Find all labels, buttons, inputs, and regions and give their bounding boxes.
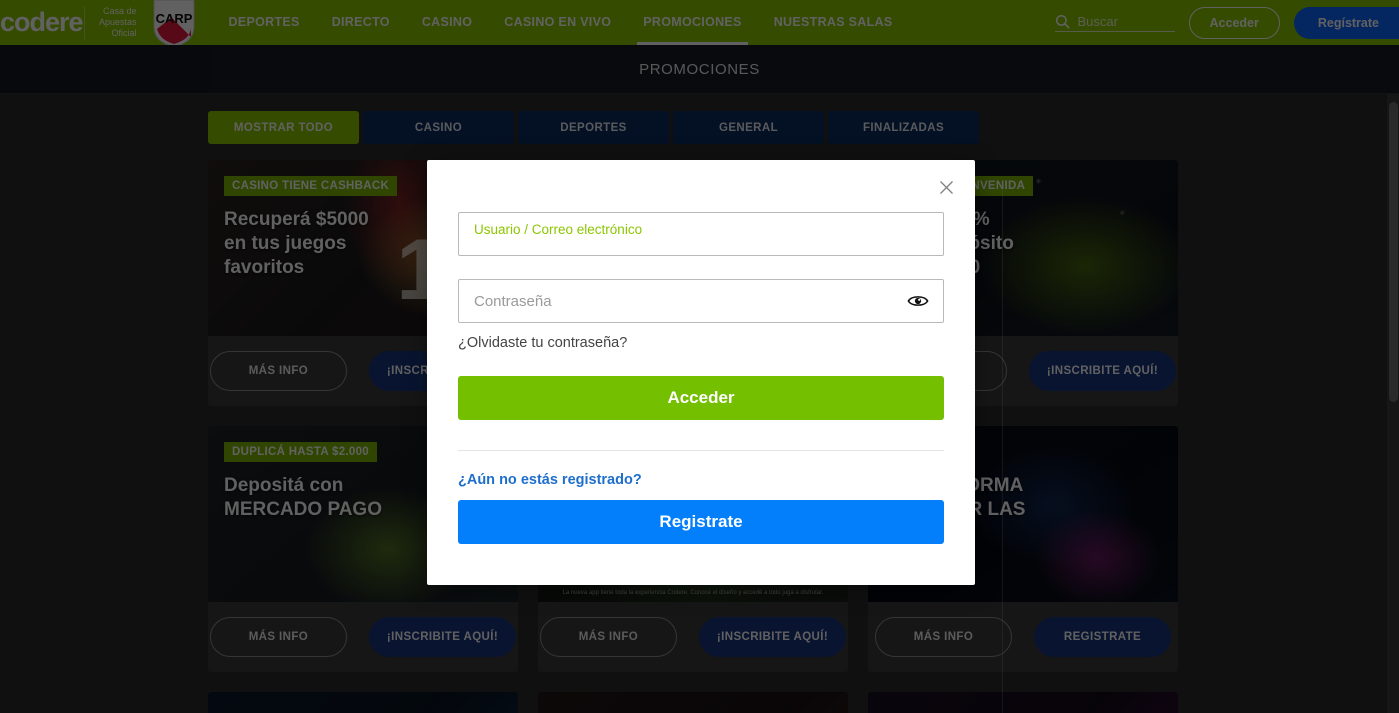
login-modal: Usuario / Correo electrónico ¿Olvidaste … xyxy=(427,160,975,585)
password-input[interactable] xyxy=(459,280,943,322)
login-modal-body: Usuario / Correo electrónico ¿Olvidaste … xyxy=(427,160,975,544)
eye-icon[interactable] xyxy=(905,288,931,314)
not-registered-link[interactable]: ¿Aún no estás registrado? xyxy=(458,472,944,488)
password-field-wrapper[interactable] xyxy=(458,279,944,323)
app-root: codere Casa de Apuestas Oficial CARP DEP… xyxy=(0,0,1399,713)
username-field-label: Usuario / Correo electrónico xyxy=(474,222,643,237)
login-submit-button[interactable]: Acceder xyxy=(458,376,944,420)
username-field-wrapper[interactable]: Usuario / Correo electrónico xyxy=(458,212,944,256)
modal-divider xyxy=(458,450,944,451)
register-button[interactable]: Registrate xyxy=(458,500,944,544)
forgot-password-link[interactable]: ¿Olvidaste tu contraseña? xyxy=(458,335,944,351)
username-input[interactable] xyxy=(474,237,899,250)
close-icon[interactable] xyxy=(933,174,959,200)
